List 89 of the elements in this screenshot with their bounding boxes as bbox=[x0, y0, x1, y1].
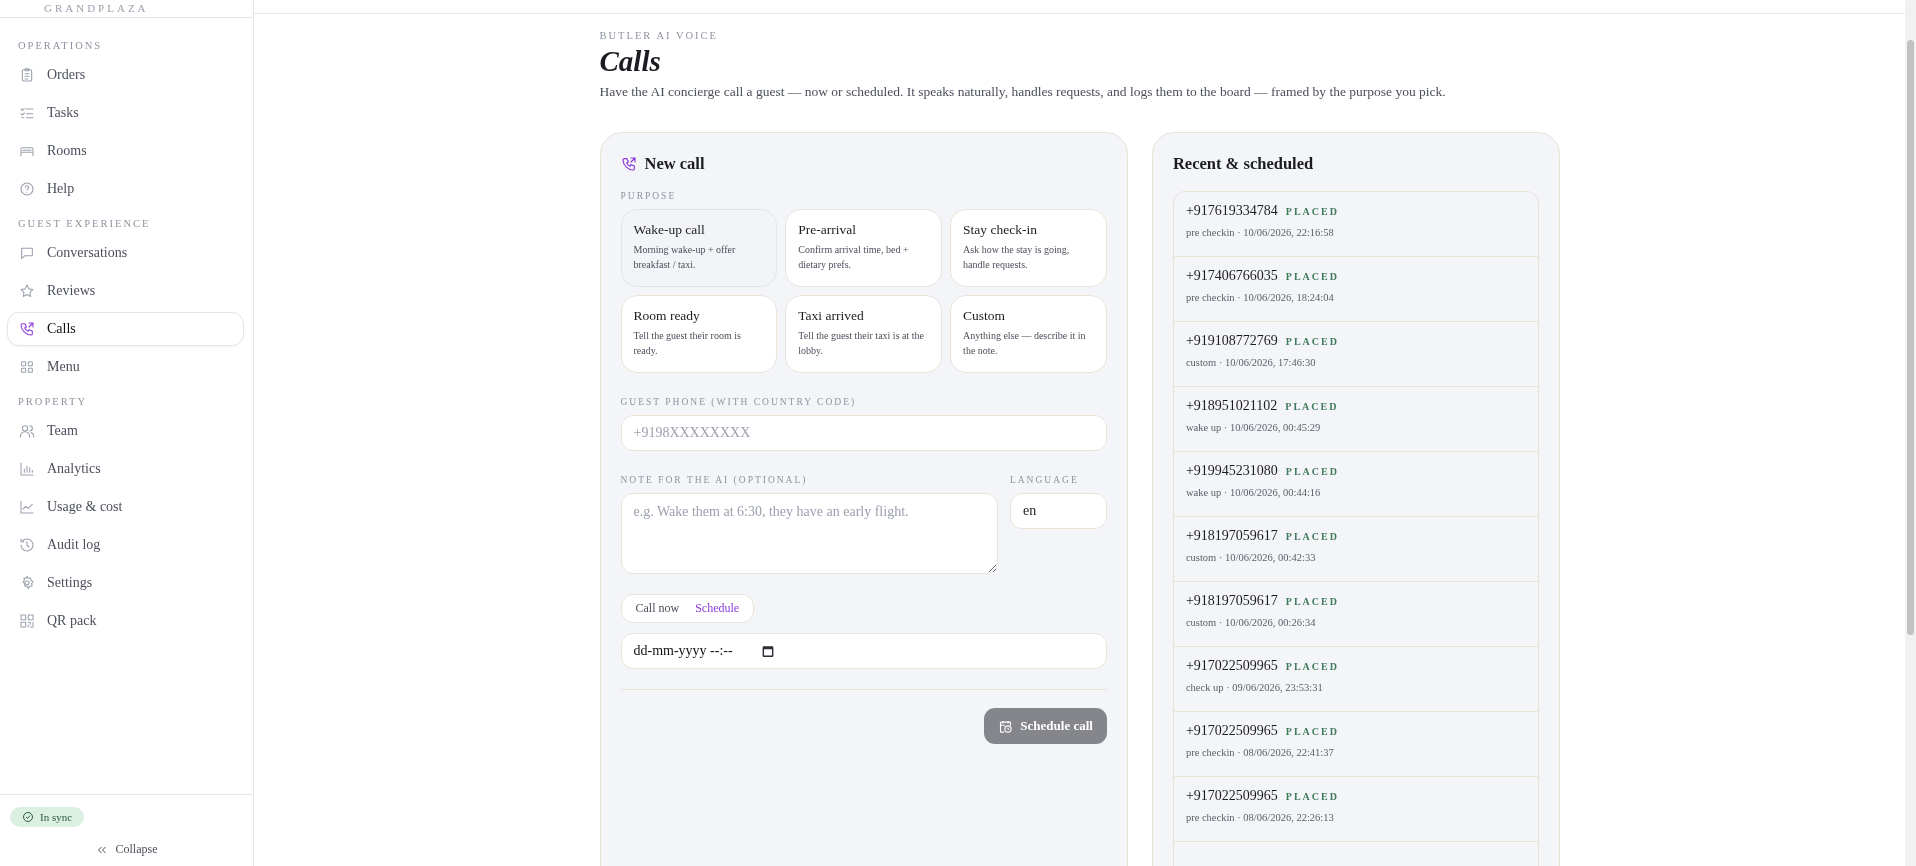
star-icon bbox=[19, 283, 35, 299]
call-meta: check up · 09/06/2026, 23:53:31 bbox=[1185, 682, 1324, 693]
phone-number: +918197059617 bbox=[1185, 593, 1278, 609]
status-label: PLACED bbox=[1285, 206, 1339, 217]
sidebar-item[interactable]: Usage & cost bbox=[7, 490, 244, 524]
call-meta: pre checkin · 08/06/2026, 22:26:13 bbox=[1185, 812, 1335, 823]
field-label: PURPOSE bbox=[620, 191, 678, 201]
phone-input-field[interactable]: +9198XXXXXXXX bbox=[620, 415, 1107, 451]
status-label: PLACED bbox=[1285, 661, 1339, 672]
section-heading: PROPERTY bbox=[17, 396, 89, 409]
sidebar-item[interactable]: Help bbox=[7, 172, 244, 206]
sidebar-item[interactable]: Conversations bbox=[7, 236, 244, 270]
phone-number: +919108772769 bbox=[1185, 333, 1278, 349]
sidebar-item[interactable]: Audit log bbox=[7, 528, 244, 562]
mode-tab[interactable]: Call now bbox=[627, 598, 688, 619]
call-meta: pre checkin · 10/06/2026, 22:16:58 bbox=[1185, 227, 1335, 238]
purpose-option[interactable]: Pre-arrival Confirm arrival time, bed + dietary prefs. bbox=[785, 209, 943, 287]
help-icon bbox=[19, 181, 35, 197]
purpose-option[interactable]: Wake-up call Morning wake-up + offer breakfast / taxi. bbox=[620, 209, 778, 287]
checklist-icon bbox=[19, 105, 35, 121]
status-label: PLACED bbox=[1285, 336, 1339, 347]
collapse-button[interactable]: Collapse bbox=[89, 841, 164, 858]
bar-chart-icon bbox=[19, 461, 35, 477]
call-meta: custom · 10/06/2026, 00:26:34 bbox=[1185, 617, 1317, 628]
language-input-field[interactable]: en bbox=[1009, 493, 1107, 529]
call-meta: custom · 10/06/2026, 00:42:33 bbox=[1185, 552, 1317, 563]
status-label: PLACED bbox=[1285, 596, 1339, 607]
scrollbar[interactable] bbox=[1905, 0, 1916, 866]
calendar-clock-icon bbox=[998, 718, 1014, 734]
qr-code-icon bbox=[19, 613, 35, 629]
page-subtitle: Have the AI concierge call a guest — now or scheduled. It speaks naturally, handles requests, and logs them to the board — framed by the purpose you pick. bbox=[599, 84, 1447, 100]
field-label: LANGUAGE bbox=[1009, 475, 1080, 485]
people-icon bbox=[19, 423, 35, 439]
status-label: PLACED bbox=[1285, 791, 1339, 802]
phone-number: +919945231080 bbox=[1185, 463, 1278, 479]
sync-status-badge: In sync bbox=[10, 807, 85, 827]
check-circle-icon bbox=[22, 811, 34, 823]
sidebar-item[interactable]: Settings bbox=[7, 566, 244, 600]
status-label: PLACED bbox=[1285, 466, 1339, 477]
section-heading: GUEST EXPERIENCE bbox=[17, 218, 152, 231]
card-title: Recent & scheduled bbox=[1172, 154, 1314, 174]
history-icon bbox=[19, 537, 35, 553]
purpose-option[interactable]: Custom Anything else — describe it in the note. bbox=[950, 295, 1107, 373]
chat-bubble-icon bbox=[19, 245, 35, 261]
call-meta: custom · 10/06/2026, 17:46:30 bbox=[1185, 357, 1317, 368]
field-label: GUEST PHONE (WITH COUNTRY CODE) bbox=[620, 397, 858, 407]
phone-number: +918951021102 bbox=[1185, 398, 1278, 414]
sidebar-item[interactable]: Tasks bbox=[7, 96, 244, 130]
sidebar-item[interactable]: Menu bbox=[7, 350, 244, 384]
field-label: NOTE FOR THE AI (OPTIONAL) bbox=[620, 475, 809, 485]
phone-number: +917022509965 bbox=[1185, 788, 1278, 804]
datetime-input-field[interactable]: dd-mm-yyyy --:-- bbox=[620, 633, 1107, 669]
brand-name: GRANDPLAZA bbox=[43, 3, 149, 14]
phone-number: +917406766035 bbox=[1185, 268, 1278, 284]
sidebar-item[interactable]: Reviews bbox=[7, 274, 244, 308]
purpose-option[interactable]: Stay check-in Ask how the stay is going, handle requests. bbox=[950, 209, 1107, 287]
phone-icon bbox=[620, 156, 637, 172]
settings-icon bbox=[19, 575, 35, 591]
note-text-area[interactable]: e.g. Wake them at 6:30, they have an early flight. bbox=[620, 493, 998, 574]
sidebar-item[interactable]: Calls bbox=[7, 312, 244, 346]
call-meta: wake up · 10/06/2026, 00:44:16 bbox=[1185, 487, 1322, 498]
card-title: New call bbox=[644, 154, 705, 174]
page-eyebrow: BUTLER AI VOICE bbox=[599, 30, 719, 41]
phone-number: +917022509965 bbox=[1185, 658, 1278, 674]
section-heading: OPERATIONS bbox=[17, 40, 104, 53]
phone-number: +918197059617 bbox=[1185, 528, 1278, 544]
call-meta: pre checkin · 10/06/2026, 18:24:04 bbox=[1185, 292, 1335, 303]
sidebar-item[interactable]: QR pack bbox=[7, 604, 244, 638]
page-title: Calls bbox=[599, 45, 662, 78]
clipboard-icon bbox=[19, 67, 35, 83]
phone-icon bbox=[19, 321, 35, 337]
phone-number: +917022509965 bbox=[1185, 723, 1278, 739]
status-label: PLACED bbox=[1285, 726, 1339, 737]
status-label: PLACED bbox=[1285, 271, 1339, 282]
purpose-option[interactable]: Room ready Tell the guest their room is ready. bbox=[620, 295, 778, 373]
calendar-icon bbox=[760, 644, 775, 658]
status-label: PLACED bbox=[1285, 531, 1339, 542]
grid-icon bbox=[19, 359, 35, 375]
phone-number: +917619334784 bbox=[1185, 203, 1278, 219]
line-chart-icon bbox=[19, 499, 35, 515]
sidebar-item[interactable]: Analytics bbox=[7, 452, 244, 486]
sidebar-item[interactable]: Orders bbox=[7, 58, 244, 92]
sidebar-item[interactable]: Team bbox=[7, 414, 244, 448]
purpose-option[interactable]: Taxi arrived Tell the guest their taxi is at the lobby. bbox=[785, 295, 943, 373]
call-meta: wake up · 10/06/2026, 00:45:29 bbox=[1185, 422, 1322, 433]
mode-tab[interactable]: Schedule bbox=[687, 598, 748, 619]
sidebar-item[interactable]: Rooms bbox=[7, 134, 244, 168]
status-label: PLACED bbox=[1285, 401, 1339, 412]
call-meta: pre checkin · 08/06/2026, 22:41:37 bbox=[1185, 747, 1335, 758]
